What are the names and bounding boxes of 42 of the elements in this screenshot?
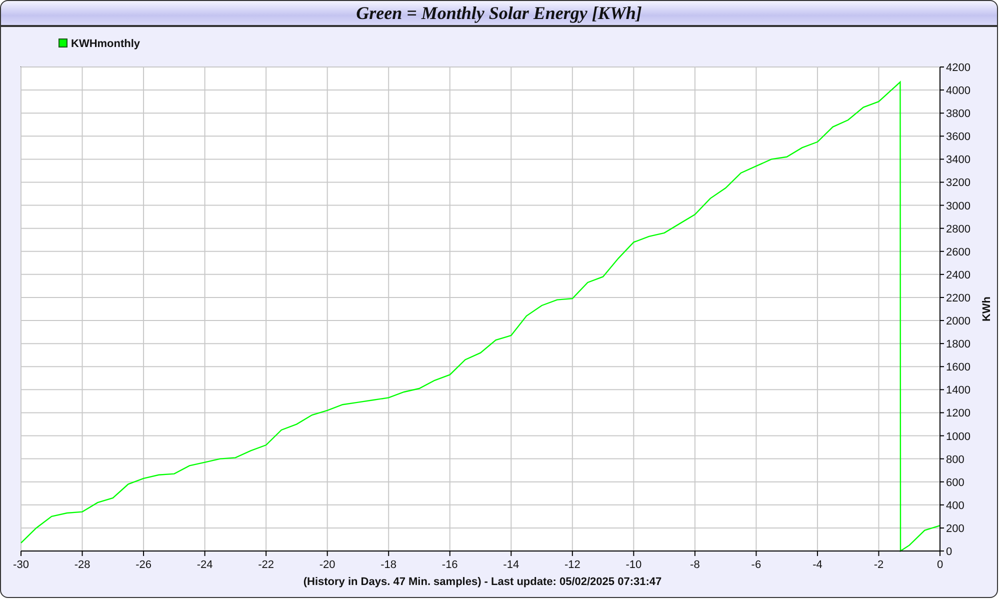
- tick-label: 1600: [946, 362, 970, 374]
- tick-label: -8: [690, 559, 700, 571]
- tick-label: 2800: [946, 223, 970, 236]
- tick-label: 3800: [946, 108, 970, 120]
- tick-label: 4200: [946, 62, 970, 74]
- tick-label: -26: [136, 559, 152, 571]
- legend-label: KWHmonthly: [71, 38, 140, 50]
- tick-label: 400: [946, 500, 964, 512]
- tick-label: -4: [812, 559, 822, 571]
- tick-label: 200: [946, 522, 964, 535]
- tick-label: -28: [74, 559, 90, 571]
- tick-label: 800: [946, 454, 964, 466]
- tick-label: 2200: [946, 292, 970, 304]
- tick-label: 0: [946, 546, 952, 558]
- tick-label: -16: [442, 559, 458, 571]
- tick-label: 2000: [946, 316, 970, 328]
- tick-label: 2600: [946, 246, 970, 258]
- tick-label: -14: [503, 559, 520, 571]
- tick-label: -22: [258, 559, 274, 571]
- tick-label: 3200: [946, 177, 970, 190]
- tick-label: -12: [564, 559, 580, 571]
- tick-label: 1800: [946, 338, 970, 351]
- tick-label: 0: [936, 559, 944, 571]
- tick-label: -2: [874, 559, 884, 571]
- tick-label: -18: [380, 559, 397, 571]
- tick-label: 3000: [946, 200, 970, 212]
- tick-label: -10: [626, 559, 642, 571]
- tick-label: -30: [13, 559, 29, 571]
- tick-label: 2400: [946, 269, 970, 282]
- tick-label: 3400: [946, 154, 970, 166]
- tick-label: -20: [319, 559, 336, 571]
- tick-label: 3600: [946, 131, 970, 144]
- tick-label: 4000: [946, 85, 970, 98]
- axis-label: KWh: [981, 296, 993, 322]
- tick-label: -6: [751, 559, 762, 571]
- tick-label: 1200: [946, 408, 970, 420]
- tick-label: 1000: [946, 430, 970, 443]
- axis-label: (History in Days. 47 Min. samples) - Last update: 05/02/2025 07:31:47: [303, 576, 662, 588]
- tick-label: 1400: [946, 384, 970, 397]
- tick-label: 600: [946, 476, 964, 489]
- tick-label: -24: [196, 559, 213, 571]
- window-title: Green = Monthly Solar Energy [KWh]: [1, 1, 997, 27]
